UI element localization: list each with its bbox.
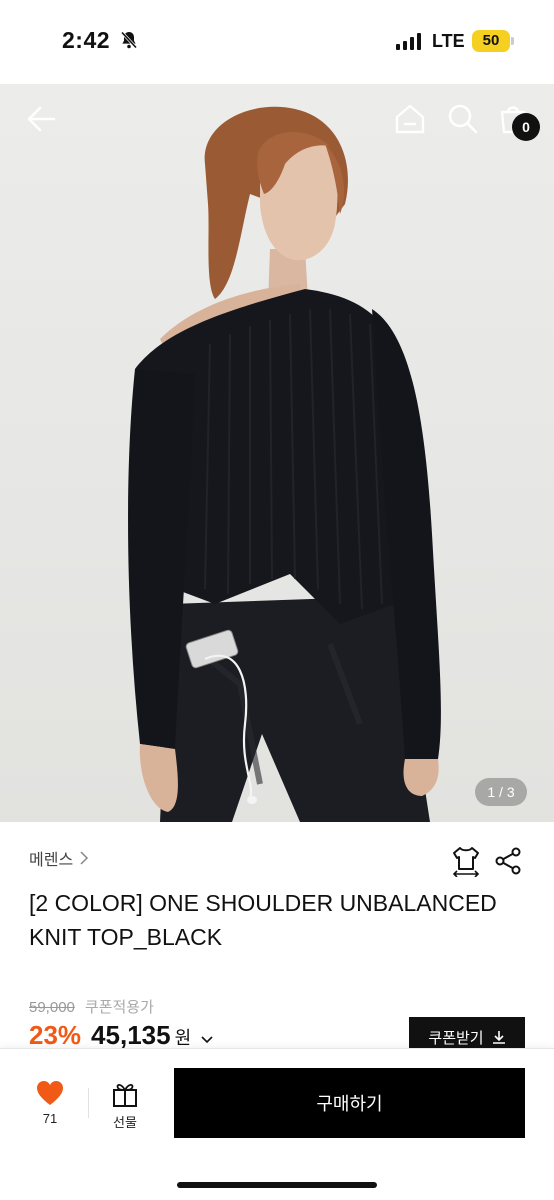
model-photo — [128, 106, 441, 822]
cart-count-badge[interactable]: 0 — [512, 113, 540, 141]
chevron-right-icon — [80, 851, 89, 865]
like-count: 71 — [42, 1111, 58, 1126]
network-label: LTE — [432, 31, 465, 51]
product-image[interactable] — [0, 84, 554, 822]
original-price: 59,000 — [29, 999, 75, 1016]
buy-button[interactable]: 구매하기 — [174, 1068, 525, 1138]
brand-name: 메렌스 — [29, 852, 74, 869]
price-row[interactable]: 23% 45,135 원 — [29, 1020, 213, 1051]
bell-off-icon — [120, 31, 138, 49]
buy-label: 구매하기 — [316, 1094, 383, 1114]
sale-price: 45,135 — [91, 1020, 171, 1050]
status-bar: 2:42 LTE 50 — [0, 0, 554, 84]
brand-link[interactable]: 메렌스 — [29, 846, 89, 870]
product-title: [2 COLOR] ONE SHOULDER UNBALANCED KNIT T… — [29, 890, 497, 950]
battery-tip — [511, 37, 514, 45]
size-guide-icon[interactable] — [451, 845, 481, 877]
back-arrow-icon[interactable] — [24, 102, 58, 136]
home-indicator[interactable] — [177, 1182, 377, 1188]
discount-rate: 23% — [29, 1020, 82, 1050]
gift-icon — [113, 1083, 137, 1107]
image-pager: 1 / 3 — [475, 778, 527, 806]
download-icon — [492, 1031, 505, 1044]
heart-icon — [37, 1081, 63, 1105]
chevron-down-icon[interactable] — [201, 1036, 213, 1044]
get-coupon-label: 쿠폰받기 — [428, 1029, 484, 1047]
like-button[interactable]: 71 — [22, 1080, 78, 1136]
signal-icon — [396, 33, 421, 50]
coupon-price-note: 쿠폰적용가 — [84, 999, 154, 1016]
home-icon[interactable] — [393, 102, 427, 136]
share-icon[interactable] — [494, 847, 522, 875]
bottom-divider — [88, 1088, 89, 1118]
gift-label: 선물 — [113, 1115, 137, 1130]
battery-indicator: 50 — [472, 30, 510, 52]
gift-button[interactable]: 선물 — [100, 1080, 150, 1136]
original-price-row: 59,000 쿠폰적용가 — [29, 996, 154, 1017]
status-time: 2:42 — [62, 27, 111, 53]
currency-unit: 원 — [174, 1028, 192, 1048]
search-icon[interactable] — [446, 102, 480, 136]
